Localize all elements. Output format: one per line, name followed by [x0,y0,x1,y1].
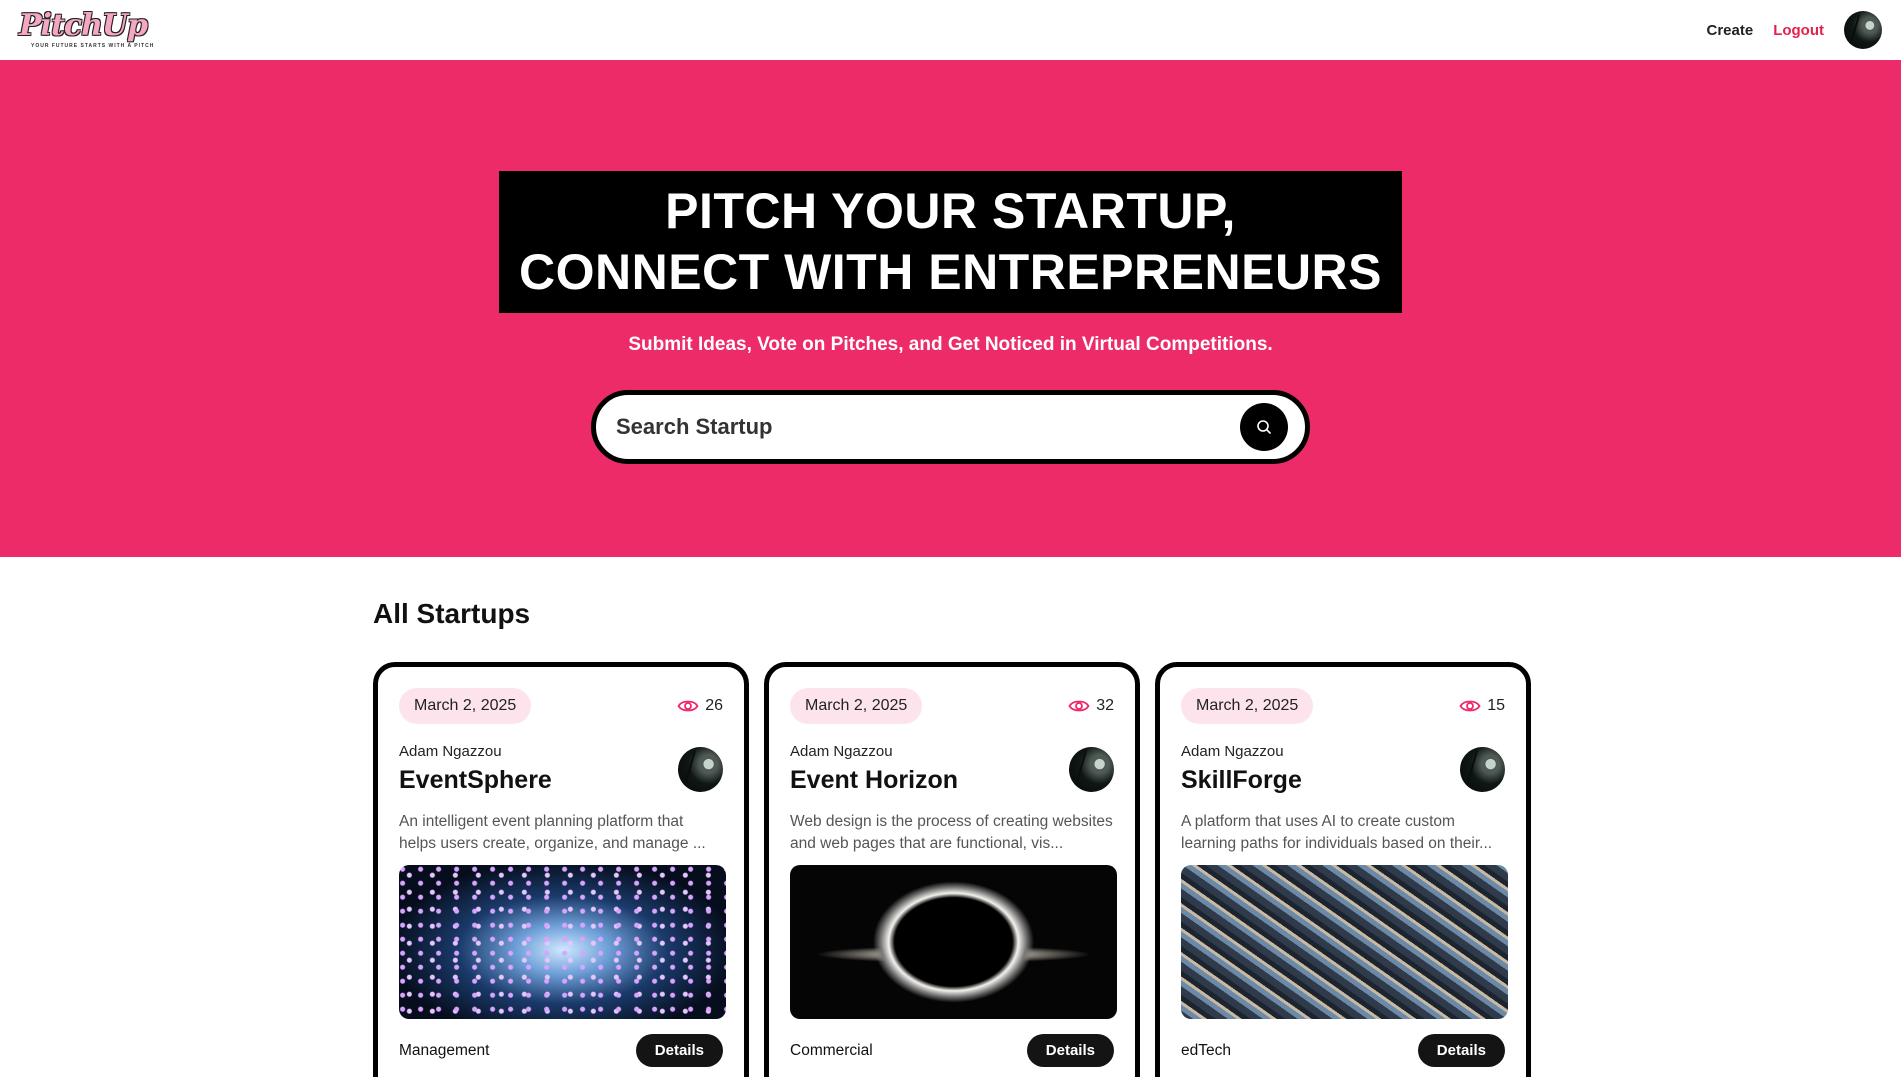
eye-icon [1068,700,1090,712]
views-count: 26 [677,697,723,715]
search-button[interactable] [1240,403,1288,451]
startup-title[interactable]: SkillForge [1181,766,1302,795]
startup-title[interactable]: EventSphere [399,766,552,795]
author-avatar[interactable] [678,746,723,792]
startup-card: March 2, 2025 32 Adam Ngazzou Event Hori… [764,662,1140,1077]
startup-card-list: March 2, 2025 26 Adam Ngazzou EventSpher… [373,662,1533,1077]
eye-icon [677,700,699,712]
hero-subtitle: Submit Ideas, Vote on Pitches, and Get N… [628,334,1273,355]
date-badge: March 2, 2025 [790,688,923,724]
startup-image[interactable] [399,865,726,1019]
views-count: 15 [1459,697,1505,715]
details-button[interactable]: Details [1026,1034,1114,1067]
author-name[interactable]: Adam Ngazzou [790,743,958,760]
author-avatar[interactable] [1460,746,1505,792]
section-title: All Startups [373,598,531,629]
category-label[interactable]: Commercial [790,1042,873,1060]
create-link[interactable]: Create [1706,22,1753,39]
hero-title-box: PITCH YOUR STARTUP, CONNECT WITH ENTREPR… [499,171,1402,313]
hero-title-line-1: PITCH YOUR STARTUP, [665,183,1236,239]
hero-section: PITCH YOUR STARTUP, CONNECT WITH ENTREPR… [0,60,1901,557]
startup-description: Web design is the process of creating we… [790,813,1113,852]
hero-title-line-2: CONNECT WITH ENTREPRENEURS [518,244,1383,300]
date-badge: March 2, 2025 [399,688,532,724]
startup-title[interactable]: Event Horizon [790,766,958,795]
author-avatar[interactable] [1069,746,1114,792]
logout-button[interactable]: Logout [1773,22,1824,39]
logo-wordmark: PitchUp [19,8,148,43]
startup-description: A platform that uses AI to create custom… [1181,813,1493,852]
details-button[interactable]: Details [635,1034,723,1067]
startup-image[interactable] [790,865,1117,1019]
author-name[interactable]: Adam Ngazzou [399,743,552,760]
search-icon [1257,420,1271,434]
views-value: 26 [705,697,723,714]
startup-description: An intelligent event planning platform t… [399,813,706,852]
nav-actions: Create Logout [1706,11,1882,49]
eye-icon [1459,700,1481,712]
startup-image[interactable] [1181,865,1508,1019]
logo-tagline: YOUR FUTURE STARTS WITH A PITCH [31,43,155,49]
startup-card: March 2, 2025 15 Adam Ngazzou SkillForge… [1155,662,1531,1077]
search-form [591,390,1310,464]
category-label[interactable]: Management [399,1042,489,1060]
details-button[interactable]: Details [1417,1034,1505,1067]
author-name[interactable]: Adam Ngazzou [1181,743,1302,760]
search-input[interactable] [616,414,1240,440]
date-badge: March 2, 2025 [1181,688,1314,724]
views-count: 32 [1068,697,1114,715]
user-avatar[interactable] [1844,11,1882,49]
navbar: PitchUp YOUR FUTURE STARTS WITH A PITCH … [0,0,1901,60]
views-value: 15 [1487,697,1505,714]
logo[interactable]: PitchUp YOUR FUTURE STARTS WITH A PITCH [19,8,159,50]
views-value: 32 [1096,697,1114,714]
startup-card: March 2, 2025 26 Adam Ngazzou EventSpher… [373,662,749,1077]
category-label[interactable]: edTech [1181,1042,1231,1060]
